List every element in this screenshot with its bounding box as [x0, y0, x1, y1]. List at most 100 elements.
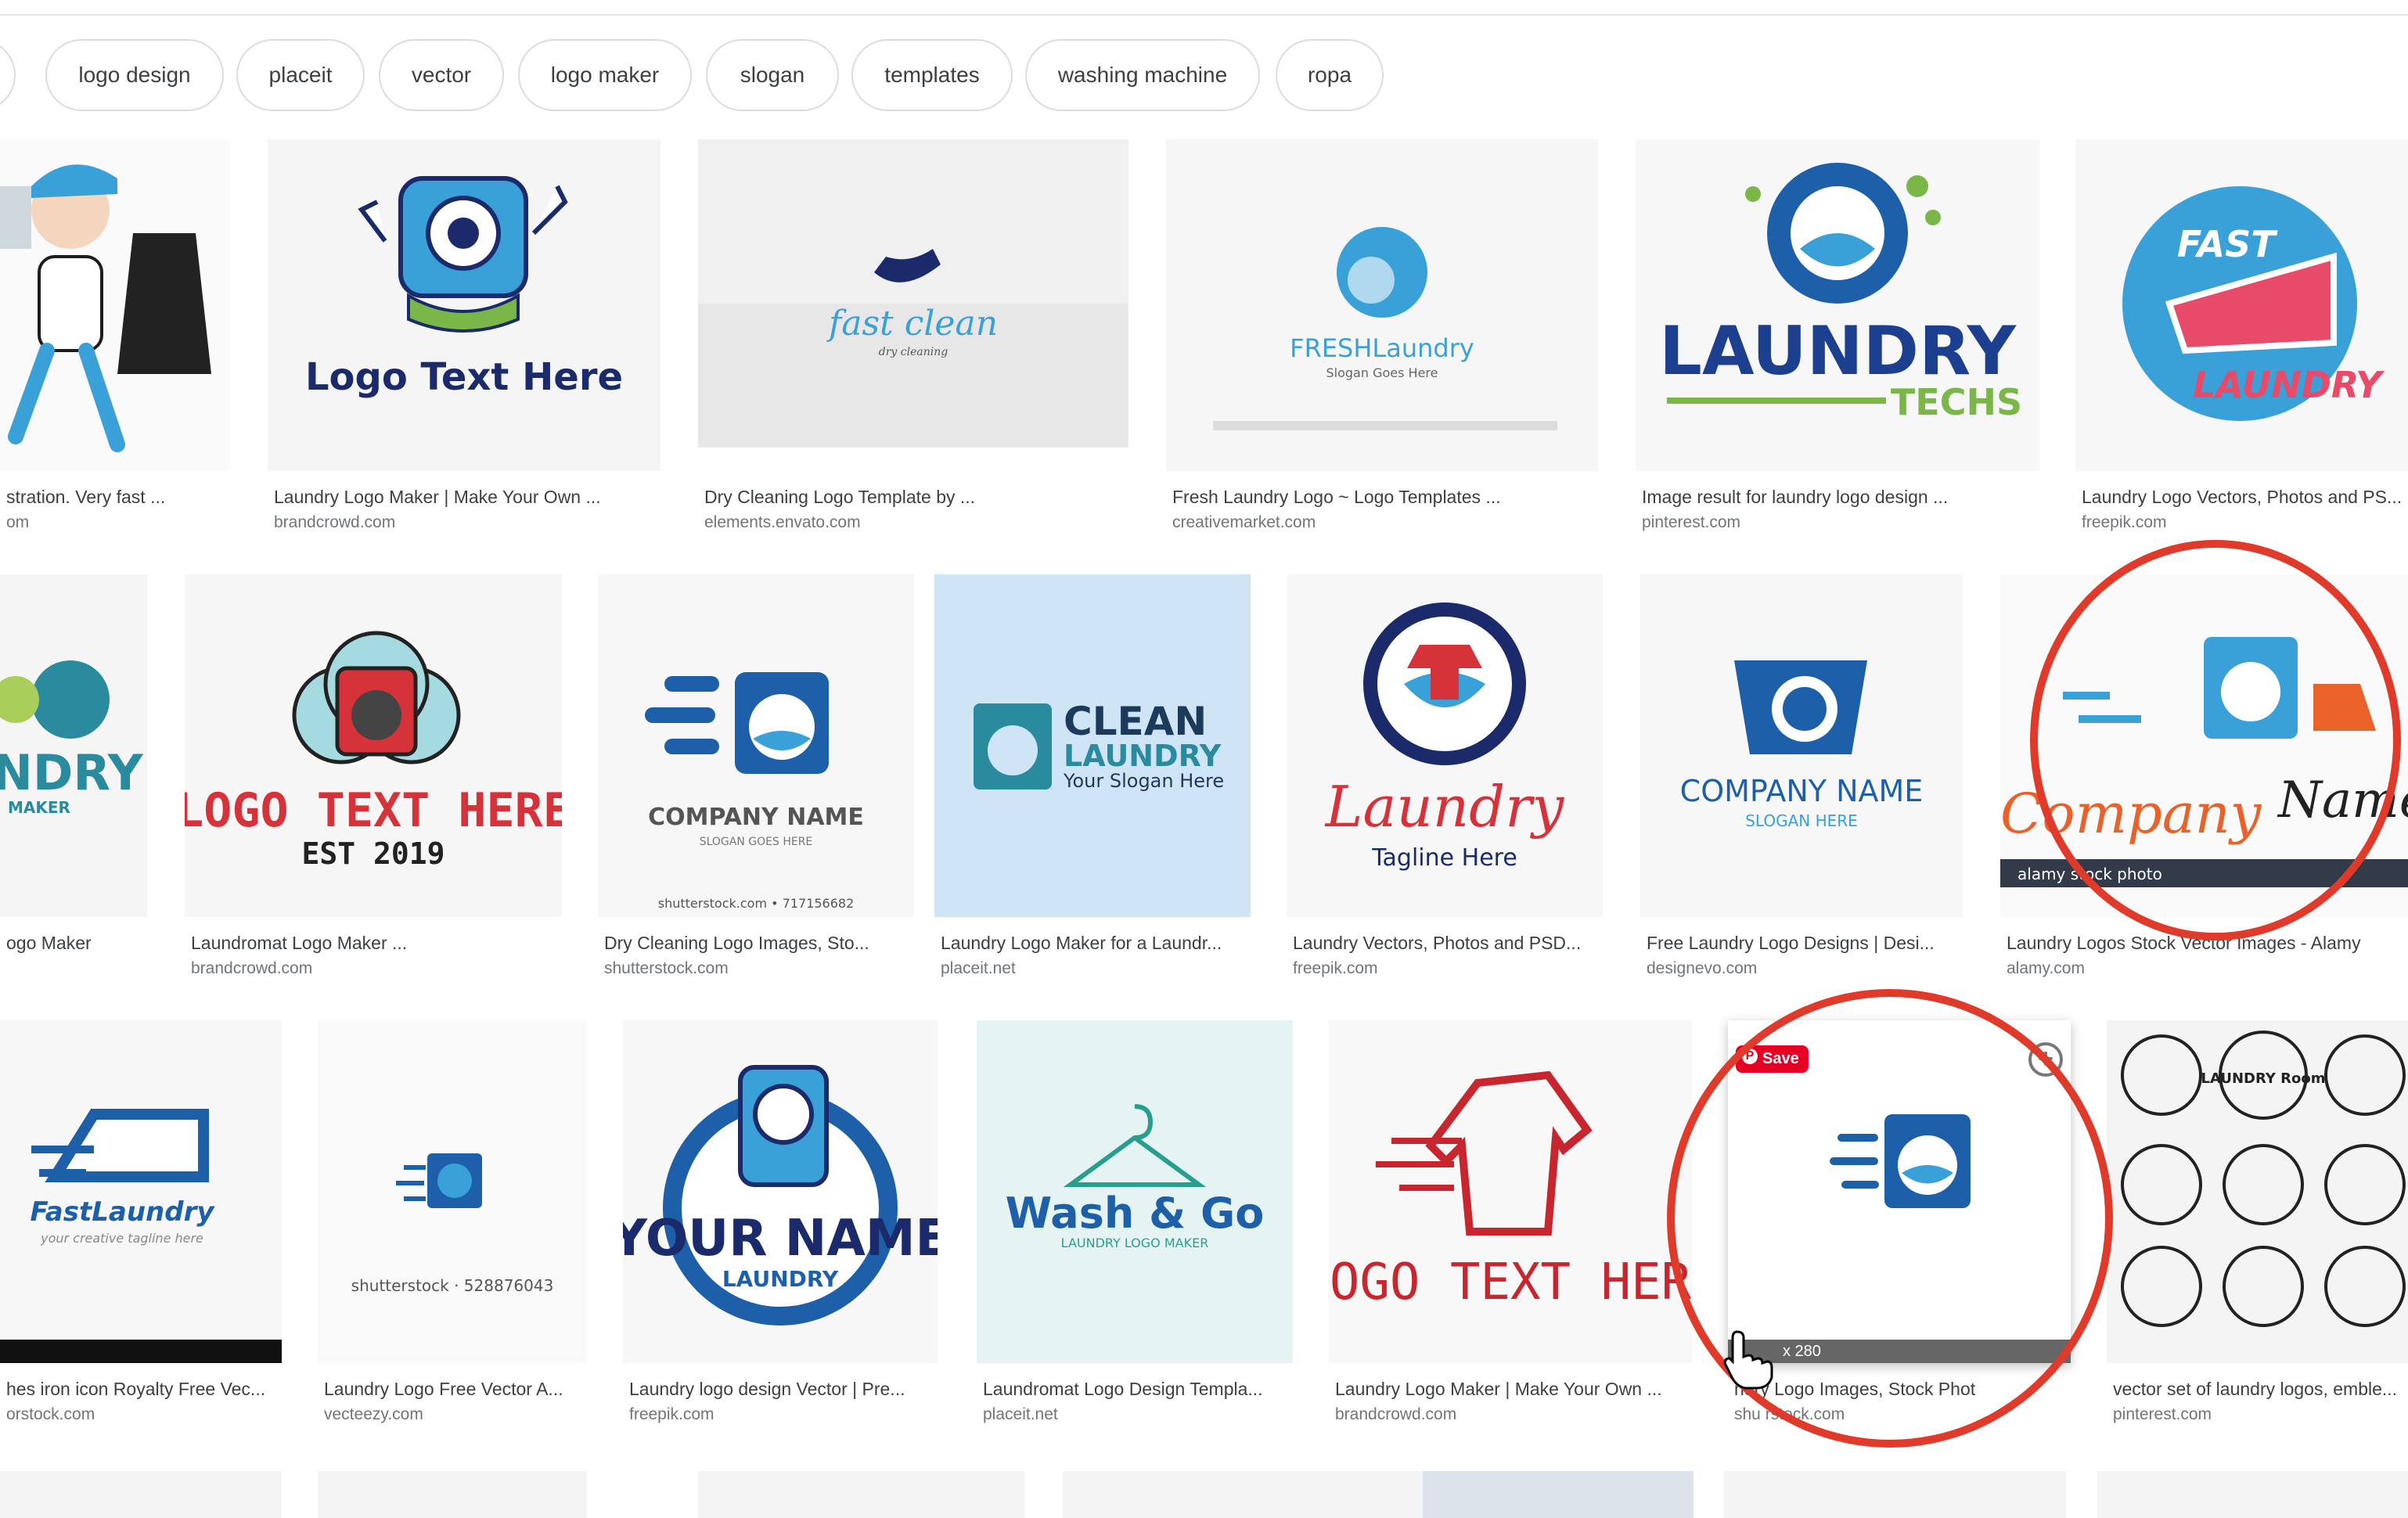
company-name-alamy-image: Company Name alamy stock photo	[2000, 637, 2408, 887]
result-caption[interactable]: Laundry logo design Vector | Pre...	[629, 1379, 938, 1400]
result-caption[interactable]: ndry Logo Images, Stock Phot	[1734, 1379, 2071, 1400]
thumbnail[interactable]: P Save + x 280	[1728, 1020, 2071, 1363]
thumbnail[interactable]: COMPANY NAME SLOGAN GOES HERE shuttersto…	[598, 574, 914, 917]
svg-text:Wash & Go: Wash & Go	[1006, 1189, 1265, 1238]
result-card[interactable]: Laundry Tagline Here Laundry Vectors, Ph…	[1287, 574, 1603, 989]
svg-text:Laundry: Laundry	[1324, 774, 1565, 840]
result-caption[interactable]: Laundry Logos Stock Vector Images - Alam…	[2007, 933, 2408, 954]
result-caption[interactable]: Laundromat Logo Design Templa...	[983, 1379, 1296, 1400]
mascot-laundry-man-image	[0, 164, 211, 452]
thumbnail[interactable]: fast clean dry cleaning	[698, 139, 1128, 448]
thumbnail[interactable]	[0, 139, 230, 471]
thumbnail[interactable]	[0, 1471, 282, 1518]
svg-text:FRESHLaundry: FRESHLaundry	[1290, 333, 1474, 363]
company-name-washer-image: COMPANY NAME SLOGAN GOES HERE shuttersto…	[645, 672, 864, 911]
chip-slogan[interactable]: slogan	[706, 39, 839, 111]
chip-vector[interactable]: vector	[379, 39, 504, 111]
expand-plus-icon[interactable]: +	[2028, 1042, 2063, 1077]
result-caption[interactable]: Laundry Vectors, Photos and PSD...	[1293, 933, 1603, 954]
thumbnail[interactable]: LAUNDRY Room	[2107, 1020, 2408, 1363]
chip-logo-maker[interactable]: logo maker	[518, 39, 692, 111]
company-name-designevo-image: COMPANY NAME SLOGAN HERE	[1680, 660, 1923, 830]
thumbnail[interactable]: FAST LAUNDRY	[2075, 139, 2408, 471]
result-card[interactable]: Company Name alamy stock photo Laundry L…	[2000, 574, 2408, 989]
result-card[interactable]: LAUNDRY Room vector set of laundry logos…	[2107, 1020, 2408, 1435]
svg-text:LAUNDRY Room: LAUNDRY Room	[2201, 1070, 2326, 1087]
result-caption[interactable]: Laundry Logo Maker | Make Your Own ...	[1335, 1379, 1695, 1400]
result-card[interactable]: Wash & Go LAUNDRY LOGO MAKER Laundromat …	[977, 1020, 1293, 1435]
thumbnail[interactable]: FastLaundry your creative tagline here	[0, 1020, 282, 1363]
thumbnail[interactable]: Laundry Tagline Here	[1287, 574, 1603, 917]
small-washer-image: shutterstock · 528876043	[351, 1153, 553, 1295]
svg-text:Logo Text Here: Logo Text Here	[305, 355, 623, 399]
thumbnail[interactable]: CLEAN LAUNDRY Your Slogan Here	[934, 574, 1251, 917]
result-caption[interactable]: Laundry Logo Free Vector A...	[324, 1379, 590, 1400]
thumbnail[interactable]: Logo Text Here	[268, 139, 660, 471]
chip-partial[interactable]	[0, 39, 16, 111]
thumbnail[interactable]: shutterstock · 528876043	[318, 1020, 587, 1363]
result-caption[interactable]: Dry Cleaning Logo Template by ...	[704, 487, 1127, 508]
svg-text:Your Slogan Here: Your Slogan Here	[1063, 770, 1224, 792]
result-source: vecteezy.com	[324, 1405, 423, 1423]
thumbnail[interactable]: LAUNDRY TECHS	[1636, 139, 2039, 471]
chip-placeit[interactable]: placeit	[236, 39, 365, 111]
thumbnail[interactable]	[1423, 1471, 1694, 1518]
svg-text:Company: Company	[2000, 782, 2262, 846]
result-caption[interactable]: vector set of laundry logos, emble...	[2113, 1379, 2408, 1400]
result-card[interactable]: LOGO TEXT HERE EST 2019 Laundromat Logo …	[185, 574, 562, 989]
chip-logo-design[interactable]: logo design	[45, 39, 224, 111]
result-caption[interactable]: stration. Very fast ...	[6, 487, 225, 508]
result-caption[interactable]: hes iron icon Royalty Free Vec...	[6, 1379, 284, 1400]
thumbnail[interactable]: Company Name alamy stock photo	[2000, 574, 2408, 917]
thumbnail[interactable]	[2097, 1471, 2408, 1518]
result-card[interactable]: YOUR NAME LAUNDRY Laundry logo design Ve…	[623, 1020, 938, 1435]
chip-washing-machine[interactable]: washing machine	[1025, 39, 1260, 111]
result-card-hovered[interactable]: P Save + x 280 ndry Logo Images, Stock Ph…	[1728, 1020, 2071, 1435]
result-card[interactable]: stration. Very fast ... om	[0, 139, 230, 546]
result-card[interactable]: LAUNDRY TECHS Image result for laundry l…	[1636, 139, 2039, 546]
result-caption[interactable]: Laundry Logo Maker | Make Your Own ...	[274, 487, 657, 508]
result-row-4-partial	[0, 1471, 2408, 1518]
result-card[interactable]: fast clean dry cleaning Dry Cleaning Log…	[698, 139, 1128, 546]
thumbnail[interactable]	[318, 1471, 587, 1518]
result-caption[interactable]: Fresh Laundry Logo ~ Logo Templates ...	[1172, 487, 1595, 508]
thumbnail[interactable]: COMPANY NAME SLOGAN HERE	[1640, 574, 1963, 917]
result-caption[interactable]: Free Laundry Logo Designs | Desi...	[1647, 933, 1963, 954]
result-card[interactable]: LOGO TEXT HERE Laundry Logo Maker | Make…	[1329, 1020, 1692, 1435]
result-caption[interactable]: Laundry Logo Vectors, Photos and PS...	[2082, 487, 2408, 508]
thumbnail[interactable]	[698, 1471, 1025, 1518]
result-row-1: stration. Very fast ... om Logo Text Her…	[0, 139, 2408, 546]
image-dimensions-bar: x 280	[1728, 1340, 2071, 1363]
thumbnail[interactable]: YOUR NAME LAUNDRY	[623, 1020, 938, 1363]
result-card[interactable]: NDRY MAKER ogo Maker	[0, 574, 147, 989]
svg-text:COMPANY NAME: COMPANY NAME	[648, 804, 864, 831]
thumbnail[interactable]: LOGO TEXT HERE EST 2019	[185, 574, 562, 917]
result-card[interactable]: COMPANY NAME SLOGAN HERE Free Laundry Lo…	[1640, 574, 1963, 989]
thumbnail[interactable]: NDRY MAKER	[0, 574, 147, 917]
result-card[interactable]: shutterstock · 528876043 Laundry Logo Fr…	[318, 1020, 587, 1435]
fast-laundry-iron-image: FAST LAUNDRY	[2122, 186, 2385, 421]
thumbnail[interactable]: FRESHLaundry Slogan Goes Here	[1166, 139, 1598, 471]
thumbnail[interactable]: LOGO TEXT HERE	[1329, 1020, 1692, 1363]
result-caption[interactable]: Dry Cleaning Logo Images, Sto...	[604, 933, 914, 954]
result-card[interactable]: CLEAN LAUNDRY Your Slogan Here Laundry L…	[934, 574, 1251, 989]
result-caption[interactable]: ogo Maker	[6, 933, 147, 954]
chip-templates[interactable]: templates	[851, 39, 1013, 111]
wash-and-go-image: Wash & Go LAUNDRY LOGO MAKER	[1006, 1104, 1265, 1250]
thumbnail[interactable]: Wash & Go LAUNDRY LOGO MAKER	[977, 1020, 1293, 1363]
result-source: brandcrowd.com	[191, 959, 313, 977]
result-source: pinterest.com	[1642, 513, 1741, 531]
result-caption[interactable]: Laundry Logo Maker for a Laundr...	[941, 933, 1251, 954]
chip-ropa[interactable]: ropa	[1276, 39, 1384, 111]
result-caption[interactable]: Laundromat Logo Maker ...	[191, 933, 559, 954]
result-card[interactable]: FAST LAUNDRY Laundry Logo Vectors, Photo…	[2075, 139, 2408, 546]
thumbnail[interactable]	[1063, 1471, 1423, 1518]
result-card[interactable]: COMPANY NAME SLOGAN GOES HERE shuttersto…	[598, 574, 914, 989]
result-card[interactable]: FRESHLaundry Slogan Goes Here Fresh Laun…	[1166, 139, 1598, 546]
result-card[interactable]: FastLaundry your creative tagline here h…	[0, 1020, 282, 1435]
pinterest-save-button[interactable]: P Save	[1736, 1045, 1809, 1073]
svg-text:NDRY: NDRY	[0, 744, 144, 801]
result-caption[interactable]: Image result for laundry logo design ...	[1642, 487, 2038, 508]
result-card[interactable]: Logo Text Here Laundry Logo Maker | Make…	[268, 139, 660, 546]
thumbnail[interactable]	[1723, 1471, 2066, 1518]
